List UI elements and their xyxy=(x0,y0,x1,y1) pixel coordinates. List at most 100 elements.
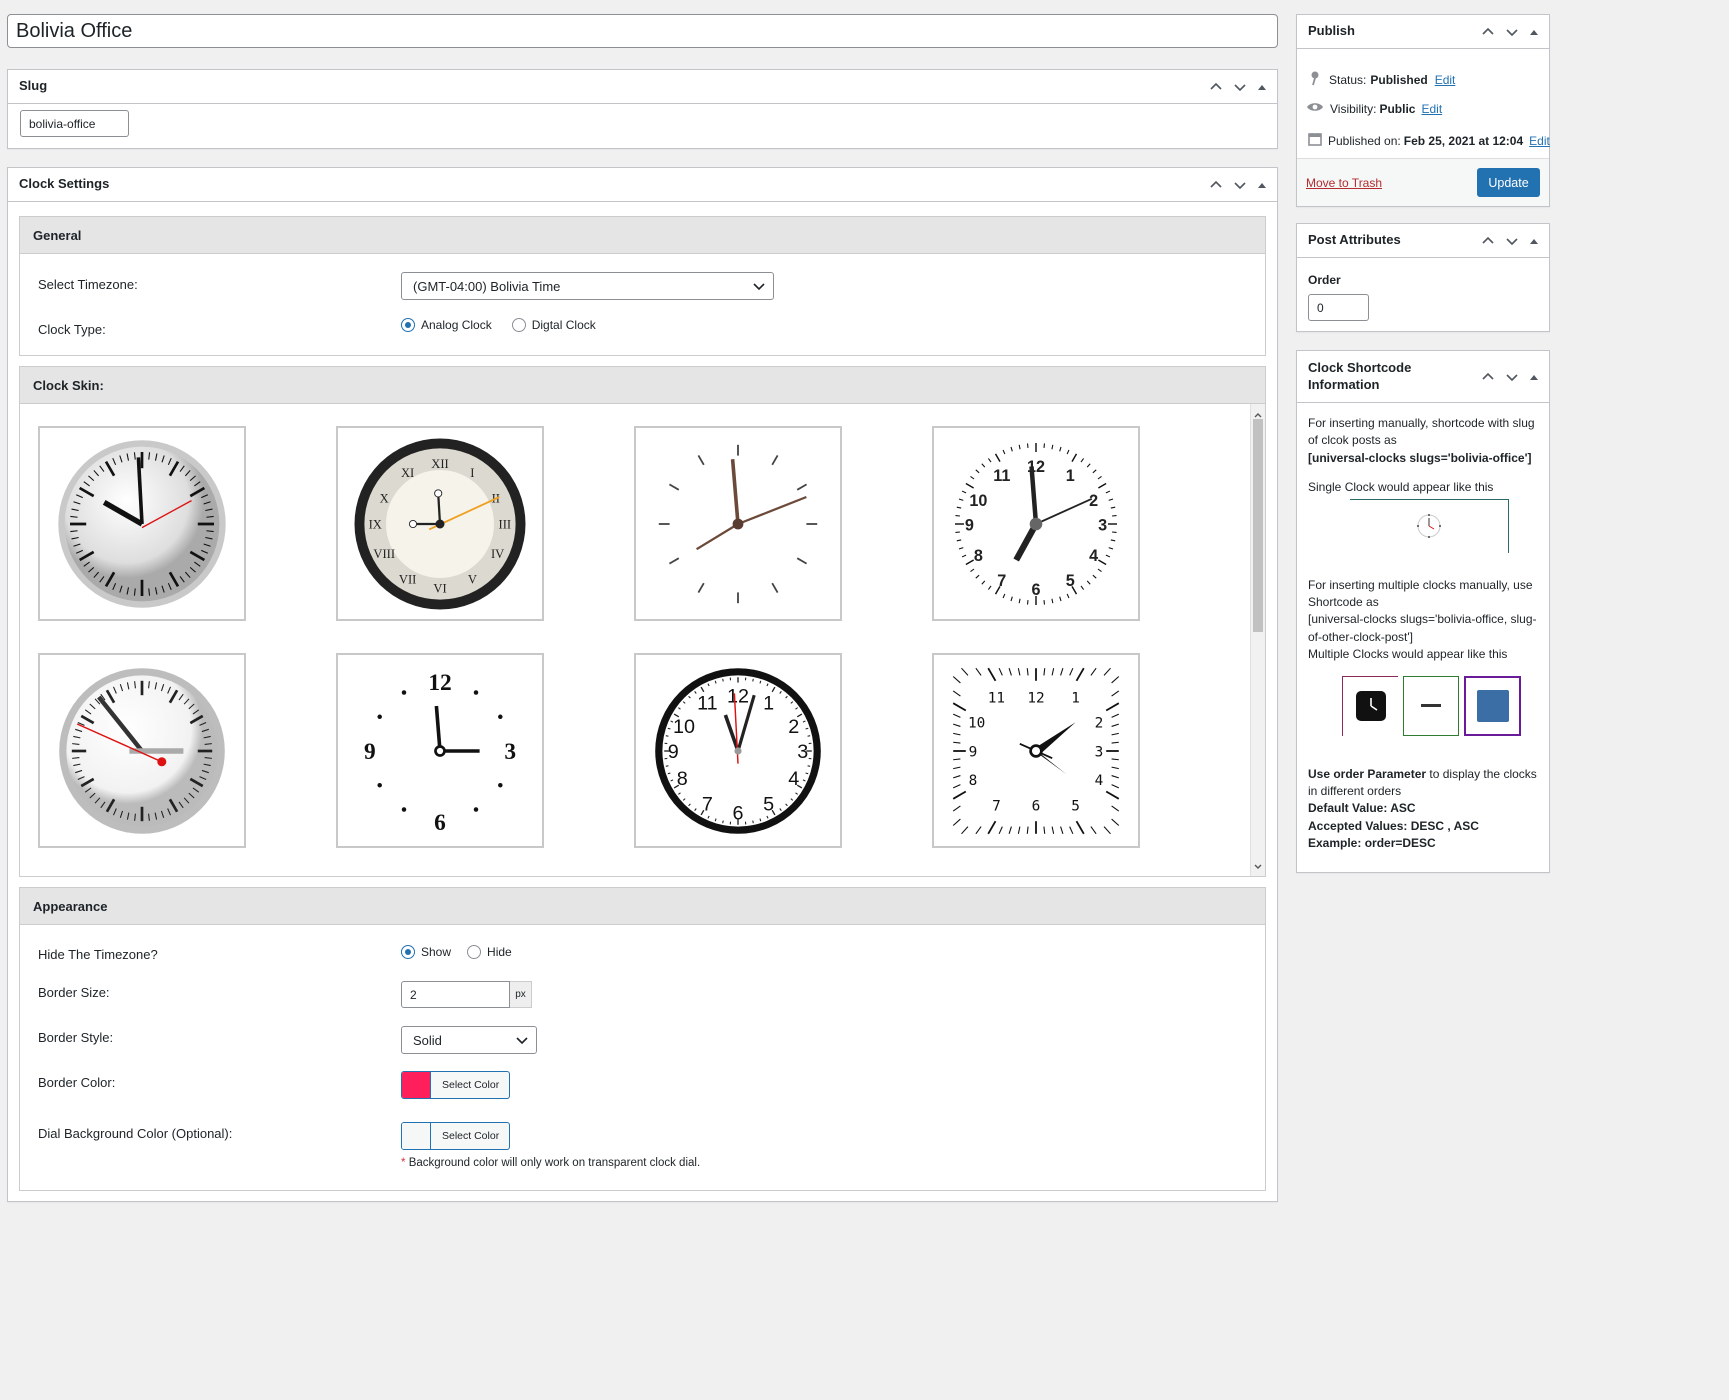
move-up-icon[interactable] xyxy=(1479,23,1497,41)
move-down-icon[interactable] xyxy=(1503,232,1521,250)
collapse-toggle-icon[interactable] xyxy=(1527,234,1541,248)
update-button[interactable]: Update xyxy=(1477,168,1540,197)
dial-bg-note: * Background color will only work on tra… xyxy=(401,1157,700,1169)
svg-text:4: 4 xyxy=(1089,546,1098,564)
move-down-icon[interactable] xyxy=(1503,368,1521,386)
collapse-toggle-icon[interactable] xyxy=(1527,370,1541,384)
order-label: Order xyxy=(1308,273,1341,287)
move-to-trash-link[interactable]: Move to Trash xyxy=(1306,175,1382,192)
slug-input-value: bolivia-office xyxy=(29,116,96,131)
post-title-input[interactable]: Bolivia Office xyxy=(7,14,1278,48)
svg-text:8: 8 xyxy=(677,768,688,790)
publish-box: Publish Status: Published Edit Visibilit… xyxy=(1296,14,1550,207)
svg-text:9: 9 xyxy=(668,741,679,763)
general-heading: General xyxy=(19,216,1266,254)
move-up-icon[interactable] xyxy=(1479,232,1497,250)
svg-text:I: I xyxy=(470,466,474,480)
scroll-thumb[interactable] xyxy=(1253,419,1263,632)
clock-skin-8[interactable]: 12 1 2 3 4 5 6 7 8 9 10 11 xyxy=(932,653,1140,848)
svg-text:5: 5 xyxy=(1066,572,1075,590)
clock-skin-6[interactable]: 12 3 6 9 xyxy=(336,653,544,848)
border-size-unit: px xyxy=(510,981,532,1008)
slug-input[interactable]: bolivia-office xyxy=(20,110,129,137)
clock-skin-6-icon: 12 3 6 9 xyxy=(364,669,516,836)
post-attributes-box: Post Attributes Order 0 xyxy=(1296,223,1550,332)
clock-settings-header: Clock Settings xyxy=(8,168,1277,202)
border-size-input[interactable]: 2 xyxy=(401,981,510,1008)
svg-text:III: III xyxy=(499,517,512,531)
radio-show-timezone[interactable] xyxy=(401,945,415,959)
radio-analog-clock[interactable] xyxy=(401,318,415,332)
svg-text:6: 6 xyxy=(434,810,446,836)
svg-text:1: 1 xyxy=(763,692,774,714)
svg-text:12: 12 xyxy=(727,685,749,707)
multiple-clocks-preview xyxy=(1342,675,1544,736)
appearance-heading: Appearance xyxy=(19,887,1266,925)
calendar-icon xyxy=(1308,132,1322,151)
clock-skin-2[interactable]: XIIIIIIIIIVVVIVIIVIIIIXXXI xyxy=(336,426,544,621)
preview-clock-digital xyxy=(1403,675,1459,736)
svg-text:3: 3 xyxy=(797,741,808,763)
svg-text:3: 3 xyxy=(1095,744,1104,760)
slug-box: Slug bolivia-office xyxy=(7,69,1278,149)
svg-text:2: 2 xyxy=(788,716,799,738)
clock-skin-5[interactable] xyxy=(38,653,246,848)
dial-bg-color-button-label: Select Color xyxy=(442,1130,500,1142)
visibility-value: Public xyxy=(1379,102,1416,116)
clock-skin-7[interactable]: 12 1 2 3 4 5 6 7 8 9 10 11 xyxy=(634,653,842,848)
svg-text:3: 3 xyxy=(1098,516,1107,534)
order-input[interactable]: 0 xyxy=(1308,294,1369,321)
shortcode-p5: Use order Parameter to display the clock… xyxy=(1308,766,1544,801)
timezone-select[interactable]: (GMT-04:00) Bolivia Time xyxy=(401,272,774,300)
collapse-toggle-icon[interactable] xyxy=(1255,80,1269,94)
svg-text:2: 2 xyxy=(1089,492,1098,510)
clock-skin-3-icon xyxy=(658,444,818,603)
svg-text:6: 6 xyxy=(732,802,743,824)
border-color-button[interactable]: Select Color xyxy=(401,1071,511,1099)
svg-text:X: X xyxy=(380,491,389,505)
skin-scrollbar[interactable] xyxy=(1250,404,1265,876)
publish-title: Publish xyxy=(1308,23,1355,39)
preview-clock-dark xyxy=(1342,675,1398,736)
radio-digital-clock[interactable] xyxy=(511,318,526,332)
collapse-toggle-icon[interactable] xyxy=(1527,25,1541,39)
move-up-icon[interactable] xyxy=(1479,368,1497,386)
svg-text:10: 10 xyxy=(968,715,985,731)
status-edit-link[interactable]: Edit xyxy=(1435,72,1456,89)
move-up-icon[interactable] xyxy=(1207,78,1225,96)
status-value: Published xyxy=(1370,73,1428,87)
clock-settings-box: Clock Settings General Select Timezone: … xyxy=(7,167,1278,1202)
clock-skin-1[interactable] xyxy=(38,426,246,621)
status-label: Status: xyxy=(1329,73,1367,87)
move-down-icon[interactable] xyxy=(1503,23,1521,41)
clock-skin-4[interactable]: 12 1 2 3 4 5 6 7 8 9 10 11 xyxy=(932,426,1140,621)
shortcode-p3-code: [universal-clocks slugs='bolivia-office,… xyxy=(1308,612,1537,644)
clock-type-label: Clock Type: xyxy=(38,322,106,337)
shortcode-p1: For inserting manually, shortcode with s… xyxy=(1308,416,1535,448)
svg-text:V: V xyxy=(468,572,477,586)
preview-clock-blue xyxy=(1464,675,1521,736)
move-up-icon[interactable] xyxy=(1207,176,1225,194)
svg-text:9: 9 xyxy=(364,739,376,765)
scroll-down-arrow-icon[interactable] xyxy=(1254,858,1262,873)
clock-skin-5-icon xyxy=(59,667,225,834)
border-size-label: Border Size: xyxy=(38,985,110,1000)
svg-text:1: 1 xyxy=(1066,466,1075,484)
svg-text:9: 9 xyxy=(965,516,974,534)
move-down-icon[interactable] xyxy=(1231,176,1249,194)
dial-bg-color-button[interactable]: Select Color xyxy=(401,1122,511,1150)
radio-show-label: Show xyxy=(421,945,452,959)
published-on-edit-link[interactable]: Edit xyxy=(1529,133,1550,150)
border-style-select[interactable]: Solid xyxy=(401,1026,537,1054)
radio-digital-clock-label: Digtal Clock xyxy=(531,318,596,332)
svg-text:5: 5 xyxy=(1071,798,1080,814)
radio-analog-clock-label: Analog Clock xyxy=(421,318,492,332)
radio-hide-timezone[interactable] xyxy=(467,945,482,959)
mini-clock-icon xyxy=(1417,514,1441,539)
collapse-toggle-icon[interactable] xyxy=(1255,178,1269,192)
svg-text:12: 12 xyxy=(1027,690,1044,706)
hide-timezone-options: Show Hide xyxy=(401,945,512,959)
clock-skin-3[interactable] xyxy=(634,426,842,621)
visibility-edit-link[interactable]: Edit xyxy=(1421,101,1442,118)
move-down-icon[interactable] xyxy=(1231,78,1249,96)
